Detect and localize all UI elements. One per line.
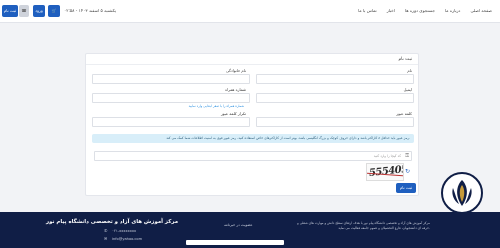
footer-about: مرکز آموزش های آزاد و تخصصی دانشگاه پیام… [297, 221, 430, 230]
logo-emblem-icon [452, 180, 472, 206]
login-button[interactable]: ورود [33, 5, 45, 17]
card-title: ثبت نام [398, 57, 412, 62]
phone-icon[interactable]: ☎ [19, 5, 29, 17]
footer-email[interactable]: info@yahoo.com [112, 237, 142, 241]
refresh-captcha-icon[interactable]: ↻ [405, 168, 410, 175]
mobile-input[interactable] [92, 93, 250, 103]
nav-item-courses[interactable]: جستجوی دوره ها [405, 8, 435, 13]
newsletter-input[interactable] [186, 240, 284, 245]
register-button[interactable]: ثبت نام [2, 5, 18, 17]
footer-brand: مرکز آموزش های آزاد و تخصصی دانشگاه پیام… [46, 219, 179, 225]
footer: مرکز آموزش های آزاد و تخصصی دانشگاه پیام… [0, 212, 500, 248]
captcha-input[interactable]: ⚿ کد کپچا را وارد کنید [94, 151, 412, 161]
nav-item-home[interactable]: صفحه اصلی [470, 8, 492, 13]
email-input[interactable] [256, 93, 414, 103]
email-label: ایمیل [403, 87, 412, 92]
footer-phone: ۰۲۱-xxxxxxxx [112, 229, 137, 233]
key-icon: ⚿ [405, 153, 409, 159]
university-logo [441, 172, 483, 214]
nav-item-contact[interactable]: تماس با ما [358, 8, 377, 13]
password-notice: رمز عبور باید حداقل ۸ کاراکتر باشد و دار… [92, 134, 414, 143]
phone-icon: ✆ [104, 228, 108, 233]
divider [86, 64, 418, 65]
main-nav: صفحه اصلی درباره ما جستجوی دوره ها اخبار… [358, 8, 492, 13]
nav-item-news[interactable]: اخبار [387, 8, 395, 13]
captcha-placeholder: کد کپچا را وارد کنید [373, 154, 401, 158]
first-name-label: نام [407, 68, 412, 73]
captcha-code: 555405 [368, 164, 404, 179]
password-notice-text: رمز عبور باید حداقل ۸ کاراکتر باشد و دار… [166, 136, 410, 140]
registration-card: ثبت نام نام نام خانوادگی ایمیل شماره همر… [85, 53, 419, 196]
mobile-hint: شماره همراه را با صفر ابتدایی وارد نمایی… [188, 104, 244, 108]
password-confirm-input[interactable] [92, 117, 250, 127]
captcha-image: 555405 [366, 163, 404, 181]
password-label: کلمه عبور [396, 111, 412, 116]
first-name-input[interactable] [256, 74, 414, 84]
nav-item-about[interactable]: درباره ما [445, 8, 460, 13]
newsletter-title: عضویت در خبرنامه [224, 223, 253, 227]
mobile-label: شماره همراه [225, 87, 246, 92]
password-confirm-label: تکرار کلمه عبور [220, 111, 246, 116]
cart-icon[interactable]: 🛒 [48, 5, 60, 17]
top-bar: ثبت نام ☎ ورود 🛒 یکشنبه ۵ اسفند ۱۴۰۳ - ۰… [0, 0, 500, 23]
current-date: یکشنبه ۵ اسفند ۱۴۰۳ - ۰۲:۵۸ [64, 8, 117, 13]
submit-register-button[interactable]: ثبت نام [396, 183, 416, 193]
mail-icon: ✉ [104, 236, 108, 241]
password-input[interactable] [256, 117, 414, 127]
last-name-input[interactable] [92, 74, 250, 84]
last-name-label: نام خانوادگی [225, 68, 246, 73]
